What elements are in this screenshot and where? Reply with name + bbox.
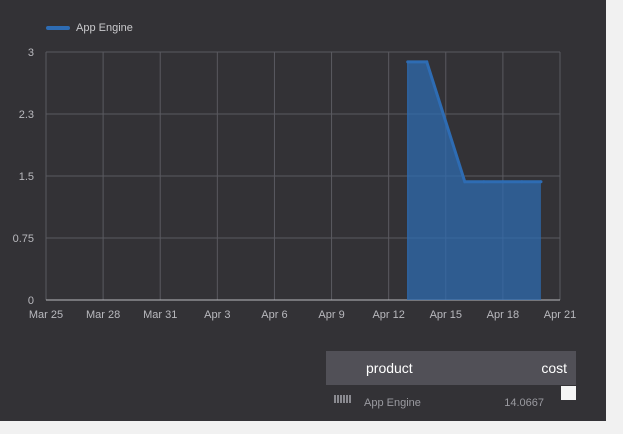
table-body: App Engine 14.0667 <box>326 385 576 421</box>
page-background-strip <box>606 0 623 434</box>
x-tick-label: Mar 25 <box>29 309 63 321</box>
x-tick-label: Apr 12 <box>372 309 404 321</box>
x-tick-label: Apr 15 <box>430 309 462 321</box>
data-point <box>539 180 543 184</box>
chart-panel: App Engine Mar 25 Mar 28 Mar 31 Apr 3 Apr 6 A… <box>0 0 606 421</box>
y-tick-label: 3 <box>28 47 34 59</box>
x-tick-label: Apr 21 <box>544 309 576 321</box>
data-point <box>406 60 410 64</box>
table-scrollbar[interactable] <box>561 386 576 400</box>
x-tick-label: Mar 31 <box>143 309 177 321</box>
table-header: product cost <box>326 351 576 385</box>
area-chart: Mar 25 Mar 28 Mar 31 Apr 3 Apr 6 Apr 9 Apr 12 A… <box>13 47 577 321</box>
data-point <box>501 180 505 184</box>
y-tick-label: 0 <box>28 295 34 307</box>
x-tick-label: Apr 18 <box>487 309 519 321</box>
y-tick-label: 1.5 <box>19 171 34 183</box>
data-point <box>520 180 524 184</box>
y-tick-label: 2.3 <box>19 109 34 121</box>
data-point <box>425 60 429 64</box>
x-tick-label: Apr 3 <box>204 309 230 321</box>
row-cost: 14.0667 <box>504 397 544 409</box>
column-header-product[interactable]: product <box>366 360 413 376</box>
column-header-cost[interactable]: cost <box>541 360 567 376</box>
x-tick-label: Mar 28 <box>86 309 120 321</box>
x-tick-label: Apr 9 <box>318 309 344 321</box>
row-product: App Engine <box>364 397 421 409</box>
x-tick-label: Apr 6 <box>261 309 287 321</box>
data-point <box>482 180 486 184</box>
row-color-icon <box>334 395 352 403</box>
y-tick-label: 0.75 <box>13 233 34 245</box>
data-point <box>463 180 467 184</box>
